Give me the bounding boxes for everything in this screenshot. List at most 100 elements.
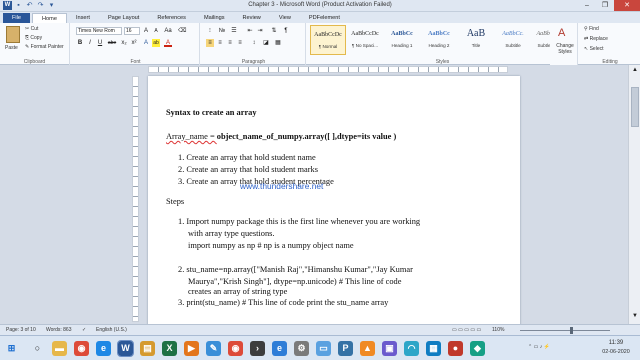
shading-icon[interactable]: ◪ <box>262 39 270 47</box>
horizontal-ruler[interactable] <box>148 66 508 73</box>
wifi-icon[interactable]: ◠ <box>404 341 419 356</box>
ie-icon[interactable]: e <box>272 341 287 356</box>
justify-button[interactable]: ≡ <box>236 39 244 47</box>
highlight-button[interactable]: ab <box>152 39 160 47</box>
style-name: Heading 2 <box>428 43 450 48</box>
change-styles-icon[interactable]: A <box>558 27 565 39</box>
excel-icon[interactable]: X <box>162 341 177 356</box>
python-icon[interactable]: P <box>338 341 353 356</box>
photos-icon[interactable]: ▦ <box>426 341 441 356</box>
find-button[interactable]: ⚲ Find <box>584 26 599 32</box>
paste-icon[interactable] <box>6 26 20 43</box>
borders-icon[interactable]: ▦ <box>274 39 282 47</box>
restore-button[interactable]: ❐ <box>596 0 614 11</box>
bullets-icon[interactable]: ⁝ <box>206 27 214 35</box>
start-icon[interactable]: ⊞ <box>4 341 19 356</box>
page-count[interactable]: Page: 3 of 10 <box>6 327 36 333</box>
tray-icons[interactable]: ⌃ ▭ ♪ ⚡ <box>528 344 550 350</box>
style-name: Title <box>471 43 481 48</box>
zoom-slider[interactable] <box>520 330 610 331</box>
style-heading-1[interactable]: AaBbCc Heading 1 <box>384 25 420 55</box>
zoom-slider-thumb[interactable] <box>570 327 573 334</box>
recorder-icon[interactable]: ● <box>448 341 463 356</box>
media-icon[interactable]: ▶ <box>184 341 199 356</box>
app-icon[interactable]: ◆ <box>470 341 485 356</box>
vlc-icon[interactable]: ▲ <box>360 341 375 356</box>
store-icon[interactable]: ▣ <box>382 341 397 356</box>
settings-icon[interactable]: ⚙ <box>294 341 309 356</box>
italic-button[interactable]: I <box>86 39 94 47</box>
document-page[interactable]: Syntax to create an array Array_name = o… <box>148 76 520 326</box>
vertical-ruler[interactable] <box>132 76 139 322</box>
grow-font-icon[interactable]: A <box>142 27 150 35</box>
tab-file[interactable]: File <box>3 13 31 23</box>
scroll-thumb[interactable] <box>631 87 639 127</box>
edge-icon[interactable]: e <box>96 341 111 356</box>
change-case-button[interactable]: Aa <box>164 27 172 35</box>
clear-format-icon[interactable]: ⌫ <box>178 27 186 35</box>
tab-view[interactable]: View <box>270 13 300 23</box>
tab-mailings[interactable]: Mailings <box>195 13 234 23</box>
strikethrough-button[interactable]: abe <box>106 39 118 47</box>
proofing-icon[interactable]: ✓ <box>82 327 86 333</box>
clock-time[interactable]: 11:39 <box>598 340 634 346</box>
style-subtitle[interactable]: AaBbCc. Subtitle <box>495 25 531 55</box>
line-spacing-button[interactable]: ↕ <box>250 39 258 47</box>
text-effects-button[interactable]: A <box>142 39 150 47</box>
replace-button[interactable]: ⇄ Replace <box>584 36 608 42</box>
sort-icon[interactable]: ⇅ <box>270 27 278 35</box>
tab-insert[interactable]: Insert <box>67 13 99 23</box>
style-normal[interactable]: AaBbCcDc ¶ Normal <box>310 25 346 55</box>
style-title[interactable]: AaB Title <box>458 25 494 55</box>
format-painter-button[interactable]: ✎ Format Painter <box>25 44 64 50</box>
file-explorer-icon[interactable]: ▬ <box>52 341 67 356</box>
style-heading-2[interactable]: AaBbCc Heading 2 <box>421 25 457 55</box>
language[interactable]: English (U.S.) <box>96 327 127 333</box>
folder-icon[interactable]: ▤ <box>140 341 155 356</box>
select-button[interactable]: ↖ Select <box>584 46 604 52</box>
show-marks-button[interactable]: ¶ <box>282 27 290 35</box>
change-styles-button[interactable]: Change Styles <box>553 43 577 55</box>
font-name-field[interactable]: Times New Rom <box>76 27 122 35</box>
bold-button[interactable]: B <box>76 39 84 47</box>
scroll-up-icon[interactable]: ▲ <box>632 67 638 73</box>
copy-button[interactable]: ⎘ Copy <box>25 35 42 41</box>
search-icon[interactable]: ○ <box>30 341 45 356</box>
tab-home[interactable]: Home <box>32 13 67 23</box>
scroll-down-icon[interactable]: ▼ <box>632 313 638 319</box>
shrink-font-icon[interactable]: A <box>152 27 160 35</box>
vertical-scrollbar[interactable]: ▲ ▼ <box>628 65 640 324</box>
zoom-level[interactable]: 110% <box>492 327 504 333</box>
word-count[interactable]: Words: 863 <box>46 327 71 333</box>
terminal-icon[interactable]: › <box>250 341 265 356</box>
align-right-button[interactable]: ≡ <box>226 39 234 47</box>
style-preview: AaBbCc. <box>502 31 524 37</box>
chrome-icon-2[interactable]: ◉ <box>228 341 243 356</box>
notepad-icon[interactable]: ▭ <box>316 341 331 356</box>
tab-page-layout[interactable]: Page Layout <box>99 13 148 23</box>
align-left-button[interactable]: ≡ <box>206 39 214 47</box>
subscript-button[interactable]: x₂ <box>120 39 128 47</box>
paste-button[interactable]: Paste <box>5 45 18 51</box>
paint-icon[interactable]: ✎ <box>206 341 221 356</box>
decrease-indent-icon[interactable]: ⇤ <box>246 27 254 35</box>
tab-pdfelement[interactable]: PDFelement <box>300 13 349 23</box>
increase-indent-icon[interactable]: ⇥ <box>256 27 264 35</box>
tab-review[interactable]: Review <box>234 13 270 23</box>
style-no-spacing[interactable]: AaBbCcDc ¶ No Spaci... <box>347 25 383 55</box>
chrome-icon[interactable]: ◉ <box>74 341 89 356</box>
font-color-button[interactable]: A <box>164 39 172 47</box>
close-button[interactable]: ✕ <box>614 0 640 11</box>
minimize-button[interactable]: – <box>578 0 596 11</box>
tab-references[interactable]: References <box>148 13 195 23</box>
font-size-field[interactable]: 16 <box>124 27 140 35</box>
clock-date[interactable]: 02-06-2020 <box>598 349 634 355</box>
align-center-button[interactable]: ≡ <box>216 39 224 47</box>
view-buttons-icon[interactable]: ▭ ▭ ▭ ▭ ▭ <box>452 327 481 333</box>
superscript-button[interactable]: x² <box>130 39 138 47</box>
cut-button[interactable]: ✂ Cut <box>25 26 38 32</box>
underline-button[interactable]: U <box>96 39 104 47</box>
word-icon[interactable]: W <box>117 340 134 357</box>
numbering-icon[interactable]: № <box>218 27 226 35</box>
multilevel-list-icon[interactable]: ☰ <box>230 27 238 35</box>
